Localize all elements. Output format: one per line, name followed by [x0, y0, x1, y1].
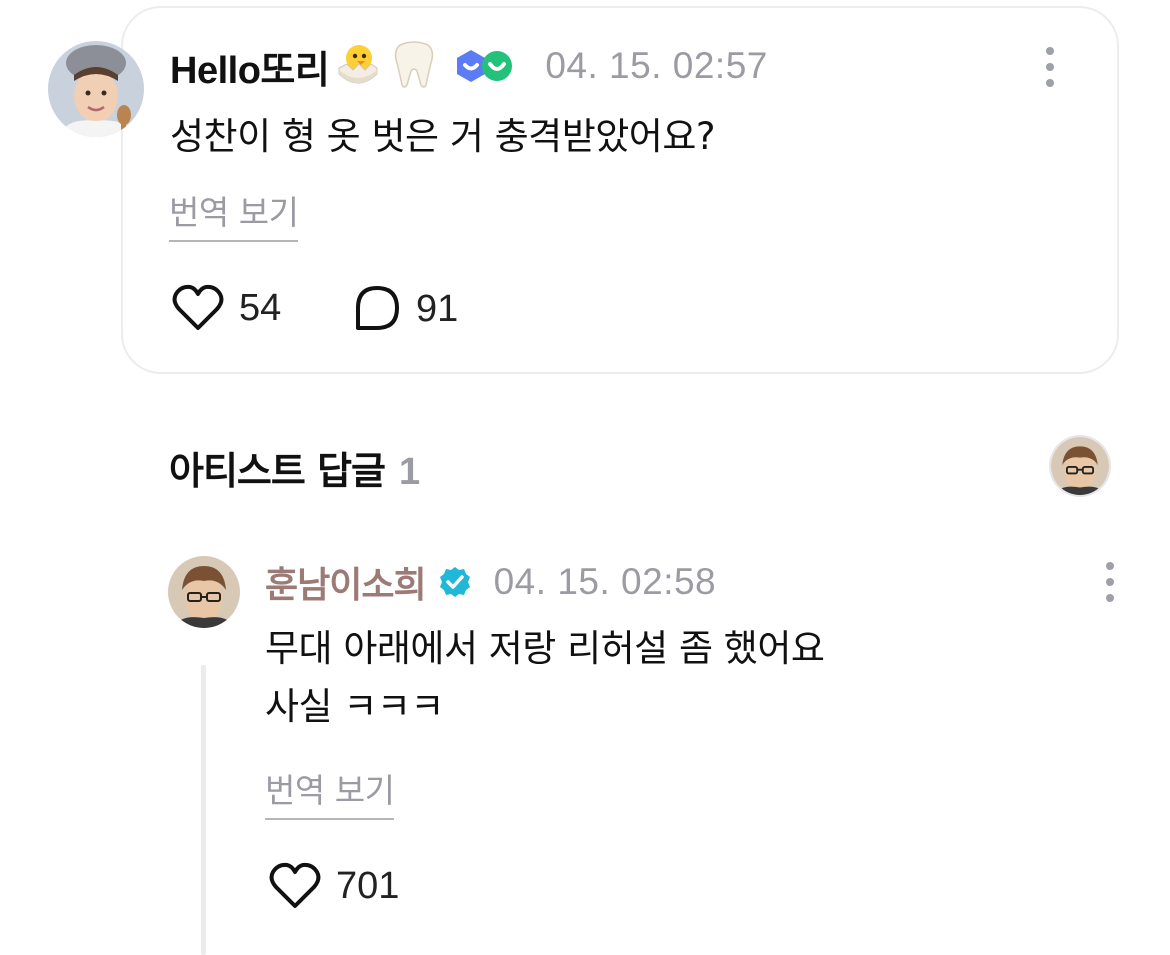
- reply-text-line: 사실 ㅋㅋㅋ: [265, 685, 444, 728]
- like-count: 701: [336, 864, 400, 907]
- artist-replies-title: 아티스트 답글: [169, 449, 386, 493]
- heart-icon: [269, 862, 321, 908]
- comment-text: 성찬이 형 옷 벗은 거 충격받았어요?: [170, 115, 716, 158]
- comment-timestamp: 04. 15. 02:57: [545, 45, 768, 86]
- chef-avatar-image: [48, 41, 144, 137]
- artist-avatar[interactable]: [168, 556, 240, 628]
- verified-check-icon: [438, 565, 472, 599]
- more-options-icon[interactable]: [1104, 562, 1116, 602]
- translate-link[interactable]: 번역 보기: [265, 764, 395, 820]
- comment-header: Hello또리 04. 15. 02:57: [170, 40, 768, 92]
- translate-link[interactable]: 번역 보기: [169, 186, 299, 242]
- reply-thread-line: [201, 665, 206, 955]
- artist-avatar-image: [168, 556, 240, 628]
- commenter-avatar[interactable]: [48, 41, 144, 137]
- heart-icon: [172, 284, 224, 330]
- comment-bubble-icon: [356, 286, 399, 330]
- reply-timestamp: 04. 15. 02:58: [493, 561, 717, 602]
- artist-avatar-image: [1051, 437, 1109, 495]
- artist-replies-count: 1: [399, 451, 421, 493]
- like-count: 54: [239, 286, 282, 329]
- reply-text: 무대 아래에서 저랑 리허설 좀 했어요 사실 ㅋㅋㅋ: [265, 620, 825, 736]
- reply-count: 91: [416, 287, 459, 330]
- membership-badges: [451, 46, 523, 86]
- hatching-chick-emoji: [333, 40, 383, 92]
- commenter-name[interactable]: Hello또리: [170, 39, 330, 94]
- artist-replies-header: 아티스트 답글 1: [169, 440, 420, 495]
- reply-text-line: 무대 아래에서 저랑 리허설 좀 했어요: [265, 627, 825, 670]
- like-button[interactable]: 701: [268, 862, 399, 910]
- tooth-emoji: [391, 39, 437, 93]
- reply-button[interactable]: 91: [352, 284, 458, 334]
- reply-header: 훈남이소희 04. 15. 02:58: [265, 556, 716, 608]
- like-button[interactable]: 54: [171, 284, 281, 332]
- more-options-icon[interactable]: [1044, 47, 1056, 87]
- artist-avatar-small[interactable]: [1049, 435, 1111, 497]
- membership-badge-icon: [457, 50, 513, 82]
- artist-name[interactable]: 훈남이소희: [265, 556, 427, 608]
